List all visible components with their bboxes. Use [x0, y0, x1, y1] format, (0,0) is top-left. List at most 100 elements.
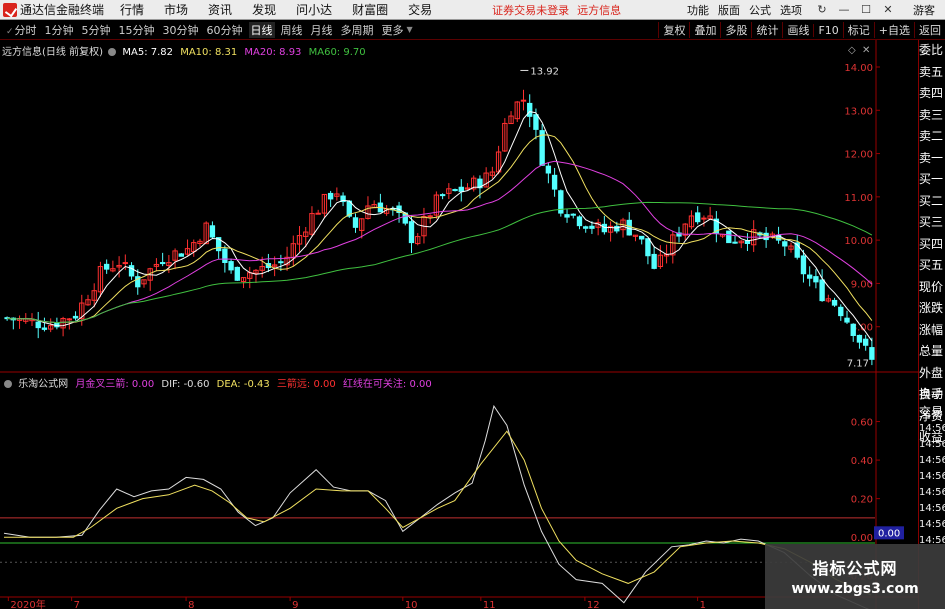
indicator-settings-dot-icon[interactable] — [4, 380, 12, 388]
main-pane-header: 远方信息(日线 前复权) MA5: 7.82 MA10: 8.31 MA20: … — [2, 43, 366, 58]
candle-body — [570, 213, 576, 216]
tool-add-watchlist[interactable]: +自选 — [873, 22, 914, 38]
candle-body — [589, 225, 595, 229]
ma5-label: MA5: 7.82 — [122, 47, 174, 58]
time-tick-label: 7 — [74, 600, 80, 609]
indicator-name[interactable]: 乐淘公式网 — [18, 379, 68, 390]
candle-body — [408, 221, 415, 244]
time-tick-label: 2020年 — [10, 598, 45, 609]
period-15min[interactable]: 15分钟 — [117, 22, 157, 38]
candle-body — [439, 194, 446, 197]
quote-field-10: 买五 — [919, 258, 944, 272]
ind-tick-label: 0.60 — [851, 418, 873, 429]
period-1min[interactable]: 1分钟 — [43, 22, 76, 38]
tool-stats[interactable]: 统计 — [751, 22, 782, 38]
ma60-label: MA60: 9.70 — [308, 47, 366, 58]
menu-wealth[interactable]: 财富圈 — [352, 1, 388, 18]
tool-mark[interactable]: 标记 — [842, 22, 874, 38]
ind-item-4: 红线在可关注: 0.00 — [342, 379, 432, 390]
quote-field-9: 买四 — [919, 236, 944, 251]
quote-field-8: 买三 — [919, 215, 944, 229]
ind-tick-label: 0.20 — [851, 495, 873, 506]
refresh-icon[interactable]: ↻ — [811, 0, 833, 19]
period-intraday[interactable]: 分时 — [4, 22, 39, 38]
watermark-url: www.zbgs3.com — [791, 581, 919, 597]
menu-bar: 通达信金融终端 行情 市场 资讯 发现 问小达 财富圈 交易 证券交易未登录 远… — [0, 0, 945, 20]
candle-body — [222, 248, 228, 263]
menu-discover[interactable]: 发现 — [252, 1, 276, 18]
candle-body — [41, 327, 48, 330]
trade-time-2: 14:56 — [919, 455, 945, 466]
candle-body — [813, 276, 819, 283]
ma10-label: MA10: 8.31 — [180, 47, 238, 58]
quote-field-4: 卖二 — [919, 129, 944, 143]
candle-body — [806, 274, 813, 279]
menu-function[interactable]: 功能 — [687, 2, 709, 18]
broker-login-status[interactable]: 证券交易未登录 — [492, 2, 569, 18]
candle-body — [844, 317, 850, 323]
close-icon[interactable]: ✕ — [877, 0, 899, 19]
tool-adjust[interactable]: 复权 — [658, 22, 689, 38]
ma-line-ma20 — [7, 160, 873, 324]
period-toolbar: 分时 1分钟 5分钟 15分钟 30分钟 60分钟 日线 周线 月线 多周期 更… — [0, 20, 945, 40]
period-5min[interactable]: 5分钟 — [80, 22, 113, 38]
candle-body — [645, 238, 651, 257]
guest-user[interactable]: 游客 — [913, 2, 935, 18]
tool-back[interactable]: 返回 — [914, 22, 945, 38]
tool-f10[interactable]: F10 — [813, 23, 842, 37]
low-price-label: 7.17 — [847, 359, 869, 370]
candle-body — [614, 225, 620, 232]
price-tick-label: 12.00 — [844, 150, 873, 161]
menu-hq[interactable]: 行情 — [120, 1, 144, 18]
auto-label[interactable]: 自动 — [919, 385, 945, 403]
candle-body — [520, 99, 527, 102]
candle-body — [209, 225, 216, 238]
candle-body — [819, 279, 825, 302]
quote-field-7: 买二 — [919, 193, 944, 208]
menu-news[interactable]: 资讯 — [208, 1, 232, 18]
maximize-icon[interactable]: ☐ — [855, 0, 877, 19]
broker-name: 远方信息 — [577, 3, 622, 17]
stock-title: 远方信息(日线 前复权) — [2, 47, 103, 58]
tool-overlay[interactable]: 叠加 — [689, 22, 720, 38]
candle-body — [178, 253, 184, 257]
candle-body — [732, 241, 738, 244]
candle-body — [66, 318, 73, 321]
close-pane-icon: ✕ — [862, 45, 870, 56]
settings-dot-icon[interactable] — [108, 48, 117, 56]
period-multi[interactable]: 多周期 — [339, 22, 376, 38]
tool-draw[interactable]: 画线 — [782, 22, 813, 38]
tool-multistock[interactable]: 多股 — [720, 22, 751, 38]
menu-market[interactable]: 市场 — [164, 1, 188, 18]
candle-body — [576, 216, 583, 227]
quote-field-15: 外盘 — [919, 365, 944, 380]
quote-panel: 委比 卖五 卖四 卖三 卖二 卖一 买一 买二 买三 买四 买五 现价 涨跌 涨幅 总量 外盘 换手 净资 收益 自… — [918, 40, 945, 609]
candle-body — [122, 262, 128, 265]
candle-body — [583, 226, 589, 229]
menu-formula[interactable]: 公式 — [749, 2, 771, 18]
period-30min[interactable]: 30分钟 — [161, 22, 201, 38]
chart-area[interactable]: 14.0013.0012.0011.0010.009.008.0013.927.… — [0, 40, 918, 609]
candle-body — [128, 265, 135, 277]
time-tick-label: 12 — [587, 600, 600, 609]
period-monthly[interactable]: 月线 — [309, 22, 335, 38]
menu-ask[interactable]: 问小达 — [296, 1, 332, 18]
more-dropdown-icon[interactable]: ▼ — [407, 25, 413, 34]
minimize-icon[interactable]: — — [833, 0, 855, 19]
price-tick-label: 9.00 — [851, 279, 873, 290]
period-weekly[interactable]: 周线 — [279, 22, 305, 38]
menu-layout[interactable]: 版面 — [718, 2, 740, 18]
zero-badge: 0.00 — [878, 528, 900, 539]
candle-body — [234, 266, 240, 281]
quote-field-2: 卖四 — [919, 86, 944, 100]
menu-trade[interactable]: 交易 — [408, 1, 432, 18]
trade-time-1: 14:56 — [919, 439, 945, 450]
ind-item-dif: DIF: -0.60 — [161, 379, 210, 390]
trade-label[interactable]: 交易 — [919, 403, 945, 421]
menu-options[interactable]: 选项 — [780, 2, 802, 18]
period-60min[interactable]: 60分钟 — [205, 22, 245, 38]
period-more[interactable]: 更多 — [380, 22, 406, 38]
candle-body — [452, 189, 458, 192]
time-tick-label: 1 — [700, 600, 706, 609]
period-daily[interactable]: 日线 — [248, 21, 275, 38]
